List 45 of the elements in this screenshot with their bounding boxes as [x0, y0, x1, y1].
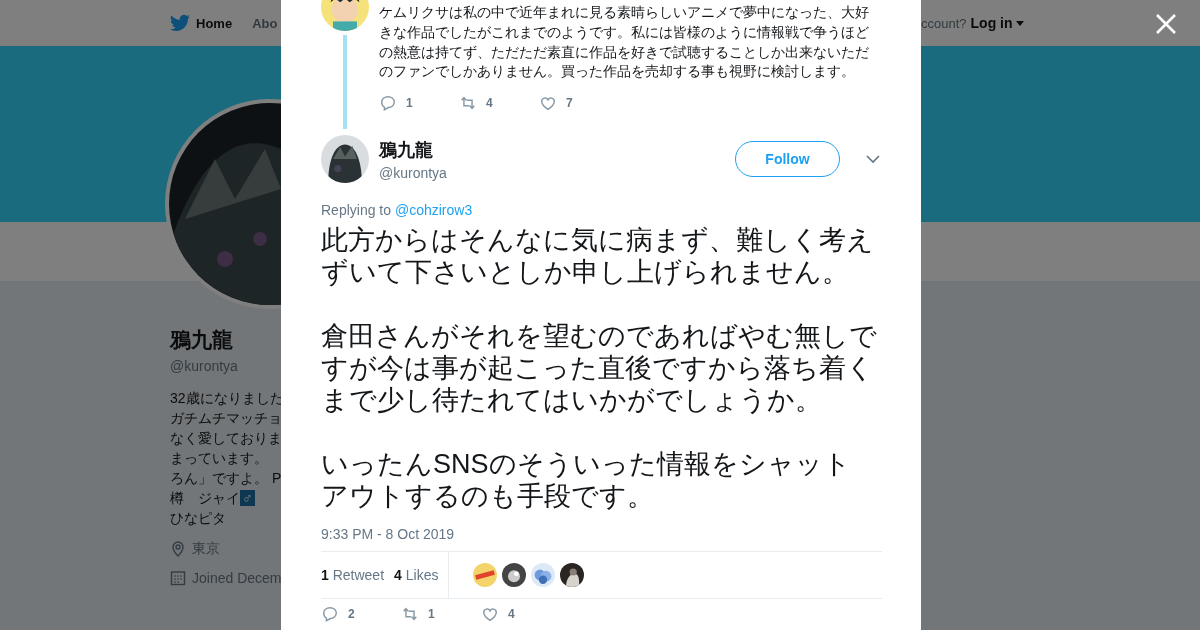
tweet-text: ケムリクサは私の中で近年まれに見る素晴らしいアニメで夢中になった、大好きな作品でしたがこれまでのようです。私には皆様のように情報戦で争うほどの熱意は持てず、ただただ素直に作品を好きで試聴することしか出来ないただのファンでしかありません。買った作品を売却する事も視野に検討します。 [379, 3, 870, 82]
bird-icon [170, 14, 190, 32]
nav-link[interactable]: Abo [252, 15, 278, 31]
retweet-count: 1 [428, 607, 435, 621]
tweet-paragraph: 此方からはそんなに気に病まず、難しく考えずいて下さいとしか申し上げられません。 [321, 224, 875, 288]
location-text: 東京 [192, 540, 220, 558]
heart-icon[interactable] [481, 605, 499, 623]
close-icon[interactable] [1155, 13, 1177, 35]
tweet-paragraph: 倉田さんがそれを望むのであればやむ無しですが今は事が起こった直後ですから落ち着くまで少し待たれてはいかがでしょうか。 [321, 320, 877, 416]
reply-count: 2 [348, 607, 355, 621]
speech-bubble-icon[interactable] [379, 94, 397, 113]
follow-button[interactable]: Follow [735, 141, 840, 177]
bio-line: ろん」ですよ。 P [170, 469, 281, 488]
nav-link[interactable]: Home [170, 14, 233, 32]
bio-line: 樽 ジャイ [170, 490, 240, 506]
account-prompt: ccount? [921, 15, 967, 31]
bio-line: 32歳になりました [170, 389, 281, 408]
author-handle: @kurontya [379, 164, 448, 181]
tweet-paragraph: いったんSNSのそういった情報をシャットアウトするのも手段です。 [321, 448, 852, 512]
male-sign-badge: ♂ [240, 490, 255, 506]
calendar-icon [170, 570, 186, 586]
chevron-down-icon[interactable] [866, 154, 880, 164]
bio-line: なく愛しておりま [170, 429, 281, 448]
like-count: 7 [566, 96, 573, 111]
speech-bubble-icon[interactable] [321, 605, 339, 623]
like-count: 4 [508, 607, 515, 621]
heart-icon[interactable] [539, 94, 557, 113]
bio-line: まっています。 [170, 449, 269, 468]
bio-line: ガチムチマッチョ [170, 409, 281, 428]
profile-handle: @kurontya [170, 358, 239, 374]
bio-line: ひなピタ [170, 509, 227, 528]
author-name: 鴉九龍 [379, 138, 434, 162]
tweet-timestamp: 9:33 PM - 8 Oct 2019 [321, 526, 456, 542]
login-link[interactable]: Log in [970, 15, 1024, 31]
retweet-stat[interactable]: 1 Retweet [321, 567, 385, 583]
retweet-count: 4 [486, 96, 493, 111]
profile-name: 鴉九龍 [170, 327, 234, 353]
reply-count: 1 [406, 96, 413, 111]
mention-link[interactable]: @cohzirow3 [394, 202, 473, 218]
retweet-icon[interactable] [401, 605, 419, 623]
caret-icon [1015, 20, 1024, 26]
joined-date: Joined Decem [192, 570, 281, 586]
like-stat[interactable]: 4 Likes [394, 567, 439, 583]
location-pin-icon [170, 541, 186, 557]
replying-to-text: Replying to @cohzirow3 [321, 202, 474, 218]
